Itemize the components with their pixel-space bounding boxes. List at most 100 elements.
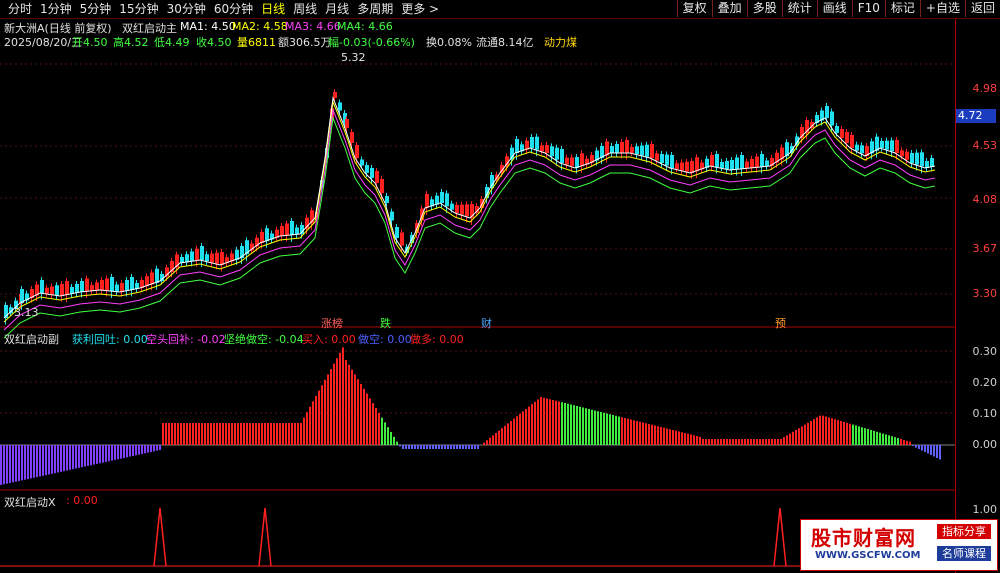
toolbar-button[interactable]: 画线	[816, 0, 852, 17]
histogram-bar	[6, 445, 8, 484]
histogram-bar	[135, 445, 137, 456]
histogram-bar	[594, 410, 596, 445]
toolbar-button[interactable]: +自选	[919, 0, 965, 17]
period-tab[interactable]: 1分钟	[36, 2, 76, 16]
event-yu[interactable]: 预	[775, 315, 786, 331]
histogram-bar	[816, 417, 818, 445]
histogram-bar	[225, 423, 227, 445]
period-tab[interactable]: 周线	[289, 2, 321, 16]
period-tab[interactable]: 30分钟	[163, 2, 210, 16]
histogram-bar	[204, 423, 206, 445]
histogram-bar	[207, 423, 209, 445]
candle-body	[825, 106, 829, 118]
axis-tick: 4.53	[972, 139, 998, 152]
histogram-bar	[645, 423, 647, 445]
histogram-bar	[534, 401, 536, 445]
histogram-bar	[87, 445, 89, 466]
sub2-title[interactable]: 双红启动X	[4, 494, 56, 510]
histogram-bar	[774, 439, 776, 445]
info-date: 2025/08/20/三	[4, 36, 83, 49]
histogram-bar	[432, 445, 434, 449]
histogram-bar	[753, 439, 755, 445]
histogram-bar	[222, 423, 224, 445]
histogram-bar	[144, 445, 146, 454]
toolbar-button[interactable]: 返回	[964, 0, 1000, 17]
period-tab[interactable]: 60分钟	[210, 2, 257, 16]
sub1-e: 做空: 0.00	[358, 333, 412, 346]
histogram-bar	[783, 437, 785, 445]
candle-body	[850, 135, 854, 148]
histogram-bar	[141, 445, 143, 454]
period-tab[interactable]: 日线	[257, 2, 289, 16]
toolbar-button[interactable]: 统计	[781, 0, 817, 17]
event-die[interactable]: 跌	[380, 315, 391, 331]
histogram-bar	[726, 439, 728, 445]
histogram-bar	[891, 436, 893, 445]
event-cai[interactable]: 财	[481, 315, 492, 331]
histogram-bar	[873, 430, 875, 445]
histogram-bar	[912, 445, 914, 446]
histogram-bar	[102, 445, 104, 463]
histogram-bar	[312, 401, 314, 445]
histogram-bar	[495, 433, 497, 445]
ma3-value: MA3: 4.66	[285, 20, 341, 33]
histogram-bar	[117, 445, 119, 460]
histogram-bar	[807, 422, 809, 445]
histogram-bar	[828, 417, 830, 445]
histogram-bar	[690, 434, 692, 445]
histogram-bar	[390, 432, 392, 445]
period-tab[interactable]: 多周期	[353, 2, 397, 16]
histogram-bar	[834, 419, 836, 445]
histogram-bar	[885, 434, 887, 445]
ma1-value: MA1: 4.50	[180, 20, 236, 33]
histogram-bar	[240, 423, 242, 445]
histogram-bar	[918, 445, 920, 449]
toolbar-button[interactable]: F10	[851, 0, 885, 17]
histogram-bar	[582, 407, 584, 445]
histogram-bar	[462, 445, 464, 449]
candle-body	[110, 277, 114, 291]
histogram-bar	[39, 445, 41, 477]
histogram-bar	[189, 423, 191, 445]
period-tab[interactable]: 月线	[321, 2, 353, 16]
candle-body	[840, 129, 844, 138]
histogram-bar	[405, 445, 407, 449]
histogram-bar	[159, 445, 161, 451]
histogram-bar	[810, 421, 812, 445]
histogram-bar	[663, 427, 665, 445]
histogram-bar	[429, 445, 431, 449]
kline-chart[interactable]	[0, 18, 955, 573]
histogram-bar	[321, 385, 323, 445]
histogram-bar	[339, 352, 341, 445]
toolbar-button[interactable]: 标记	[884, 0, 920, 17]
period-tab[interactable]: 5分钟	[76, 2, 116, 16]
toolbar-button[interactable]: 复权	[676, 0, 712, 17]
period-tab[interactable]: 分时	[4, 2, 36, 16]
histogram-bar	[243, 423, 245, 445]
histogram-bar	[348, 364, 350, 445]
candle-body	[195, 248, 199, 261]
histogram-bar	[537, 399, 539, 445]
period-tab[interactable]: 15分钟	[115, 2, 162, 16]
histogram-bar	[543, 397, 545, 445]
candle-body	[765, 160, 769, 167]
histogram-bar	[156, 445, 158, 451]
histogram-bar	[879, 432, 881, 445]
histogram-bar	[510, 421, 512, 445]
histogram-bar	[771, 439, 773, 445]
histogram-bar	[336, 358, 338, 445]
histogram-bar	[3, 445, 5, 485]
histogram-bar	[327, 374, 329, 445]
candle-body	[845, 132, 849, 143]
histogram-bar	[876, 431, 878, 445]
toolbar-button[interactable]: 多股	[746, 0, 782, 17]
high-mark-label: 5.32	[341, 51, 366, 64]
event-zhangbang[interactable]: 涨榜	[321, 315, 343, 331]
sub2-axis-tick: 1.00	[972, 503, 998, 516]
histogram-bar	[897, 438, 899, 445]
period-tab[interactable]: 更多 >	[397, 2, 443, 16]
sub1-title[interactable]: 双红启动副	[4, 331, 59, 347]
chart-area[interactable]: 新大洲A(日线 前复权) 双红启动主 MA1: 4.50 MA2: 4.58 M…	[0, 18, 955, 573]
histogram-bar	[549, 399, 551, 445]
toolbar-button[interactable]: 叠加	[711, 0, 747, 17]
